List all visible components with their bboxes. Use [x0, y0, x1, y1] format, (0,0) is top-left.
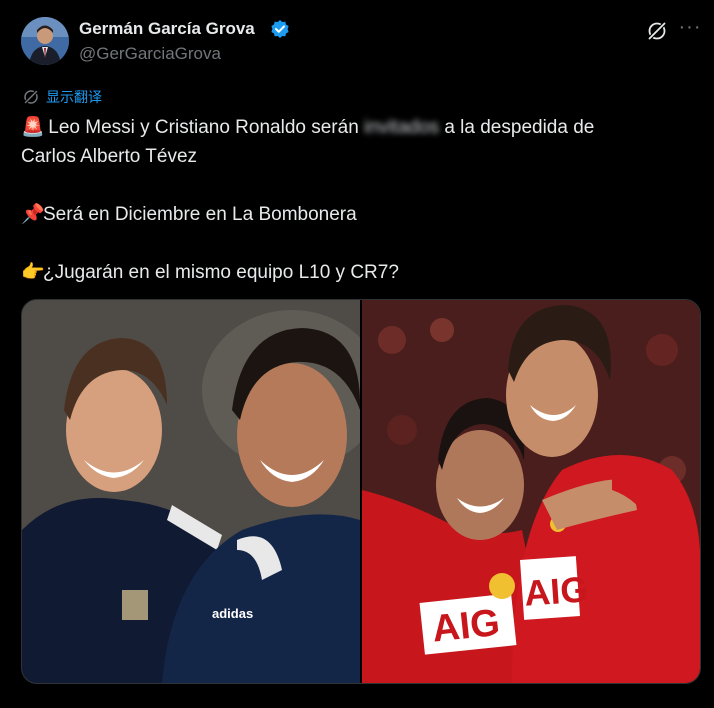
tweet-media[interactable]: adidas AIG AIG: [21, 299, 701, 684]
tweet-line-3-text: Será en Diciembre en La Bombonera: [43, 204, 357, 225]
shirt-sponsor-2: AIG: [523, 568, 590, 613]
translate-icon: [23, 89, 39, 105]
shirt-sponsor-1: AIG: [430, 602, 502, 651]
tevez-ronaldo-photo[interactable]: AIG AIG: [362, 300, 700, 683]
translate-label: 显示翻译: [46, 89, 102, 105]
siren-emoji: 🚨: [21, 117, 45, 138]
author-handle[interactable]: @GerGarciaGrova: [79, 44, 221, 64]
author-display-name[interactable]: Germán García Grova: [79, 19, 255, 39]
tweet-text: 🚨 Leo Messi y Cristiano Ronaldo serán in…: [21, 113, 681, 287]
adidas-logo-text: adidas: [212, 606, 253, 621]
tweet-line-4: 👉¿Jugarán en el mismo equipo L10 y CR7?: [21, 258, 681, 287]
tweet: Germán García Grova @GerGarciaGrova ··· …: [0, 0, 714, 708]
tweet-line-1-post: a la despedida de: [439, 117, 595, 138]
more-icon[interactable]: ···: [678, 17, 702, 42]
tweet-line-1-pre: Leo Messi y Cristiano Ronaldo serán: [43, 117, 365, 138]
messi-tevez-photo[interactable]: adidas: [22, 300, 360, 683]
pin-emoji: 📌: [21, 204, 45, 225]
grok-icon[interactable]: [646, 20, 668, 42]
tweet-line-2: Carlos Alberto Tévez: [21, 146, 198, 167]
tweet-line-1: 🚨 Leo Messi y Cristiano Ronaldo serán in…: [21, 113, 681, 142]
tweet-line-3: 📌Será en Diciembre en La Bombonera: [21, 200, 681, 229]
pointing-hand-emoji: 👉: [21, 262, 45, 283]
verified-badge-icon: [270, 19, 290, 39]
translate-link[interactable]: 显示翻译: [22, 87, 102, 107]
tweet-line-4-text: ¿Jugarán en el mismo equipo L10 y CR7?: [43, 262, 399, 283]
tweet-line-1-blurred: invitados: [364, 117, 440, 138]
avatar[interactable]: [21, 17, 69, 65]
